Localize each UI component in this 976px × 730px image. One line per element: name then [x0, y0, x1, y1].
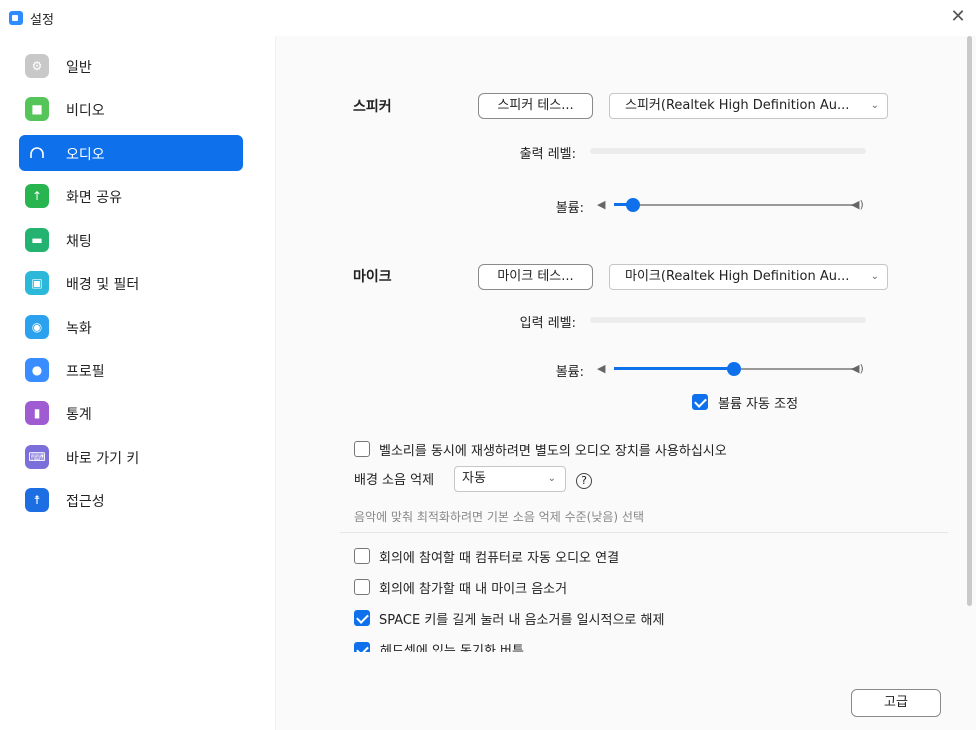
microphone-section-label: 마이크 [353, 269, 392, 285]
speaker-volume-label: 볼륨: [555, 201, 584, 216]
sidebar-item-label: 통계 [66, 407, 92, 423]
chevron-down-icon: ⌄ [870, 271, 879, 282]
headset-sync-label: 헤드셋에 있는 동기화 버튼 [380, 644, 524, 652]
title-bar: 설정 ✕ [0, 0, 976, 36]
settings-window: 설정 ✕ ⚙ 일반 ■ 비디오 오디오 ↑ 화면 공유 ▬ 채팅 ▣ 배경 및 … [0, 0, 976, 730]
sidebar-item-label: 접근성 [66, 494, 105, 510]
separate-ringtone-device-checkbox[interactable] [354, 441, 370, 457]
auto-join-audio-label: 회의에 참여할 때 컴퓨터로 자동 오디오 연결 [379, 551, 620, 566]
sidebar-item-statistics[interactable]: ▮ 통계 [19, 395, 243, 431]
space-unmute-label: SPACE 키를 길게 눌러 내 음소거를 일시적으로 해제 [379, 613, 665, 628]
auto-adjust-volume-checkbox[interactable] [692, 394, 708, 410]
slider-knob[interactable] [727, 362, 741, 376]
sidebar-item-label: 채팅 [66, 234, 92, 250]
slider-fill [614, 367, 734, 370]
slider-track [614, 204, 854, 206]
sidebar-item-audio[interactable]: 오디오 [19, 135, 243, 171]
mute-on-join-checkbox[interactable] [354, 579, 370, 595]
sidebar-item-label: 화면 공유 [66, 190, 122, 206]
zoom-app-icon [9, 11, 23, 25]
microphone-volume-slider[interactable] [614, 359, 854, 379]
input-level-label: 입력 레벨: [519, 316, 576, 331]
sidebar-item-video[interactable]: ■ 비디오 [19, 91, 243, 127]
video-camera-icon: ■ [25, 97, 49, 121]
help-icon[interactable]: ? [576, 473, 592, 489]
sidebar-item-label: 오디오 [66, 147, 105, 163]
close-button[interactable]: ✕ [948, 6, 968, 28]
test-speaker-button[interactable]: 스피커 테스... [478, 93, 593, 119]
space-unmute-checkbox[interactable] [354, 610, 370, 626]
sidebar-item-profile[interactable]: ● 프로필 [19, 352, 243, 388]
vertical-scrollbar[interactable] [967, 36, 972, 606]
noise-suppression-hint: 음악에 맞춰 최적화하려면 기본 소음 억제 수준(낮음) 선택 [354, 510, 644, 524]
gear-icon: ⚙ [25, 54, 49, 78]
slider-knob[interactable] [626, 198, 641, 212]
volume-high-icon: ◀) [851, 362, 864, 375]
sidebar-item-label: 비디오 [66, 103, 105, 119]
test-microphone-button[interactable]: 마이크 테스... [478, 264, 593, 290]
auto-join-audio-checkbox[interactable] [354, 548, 370, 564]
output-level-label: 출력 레벨: [519, 147, 576, 162]
sidebar-item-label: 배경 및 필터 [66, 277, 140, 293]
chevron-down-icon: ⌄ [870, 100, 879, 111]
record-icon: ◉ [25, 315, 49, 339]
sidebar-item-chat[interactable]: ▬ 채팅 [19, 222, 243, 258]
keyboard-icon: ⌨ [25, 445, 49, 469]
noise-suppression-value: 자동 [462, 471, 486, 486]
sidebar-item-recording[interactable]: ◉ 녹화 [19, 309, 243, 345]
advanced-button[interactable]: 고급 [851, 689, 941, 717]
sidebar-item-label: 바로 가기 키 [66, 451, 140, 467]
accessibility-icon: ☨ [25, 488, 49, 512]
microphone-device-value: 마이크(Realtek High Definition Au... [625, 269, 850, 284]
sidebar-item-shortcuts[interactable]: ⌨ 바로 가기 키 [19, 439, 243, 475]
mute-on-join-label: 회의에 참가할 때 내 마이크 음소거 [379, 582, 568, 597]
sidebar-item-label: 일반 [66, 60, 92, 76]
sidebar-item-accessibility[interactable]: ☨ 접근성 [19, 482, 243, 518]
profile-icon: ● [25, 358, 49, 382]
headphones-icon [25, 141, 49, 165]
chat-bubble-icon: ▬ [25, 228, 49, 252]
headset-sync-checkbox[interactable] [354, 642, 370, 652]
volume-high-icon: ◀) [851, 198, 864, 211]
section-divider [340, 532, 948, 533]
auto-adjust-volume-label: 볼륨 자동 조정 [718, 397, 799, 412]
sidebar-item-label: 프로필 [66, 364, 105, 380]
sidebar-item-share-screen[interactable]: ↑ 화면 공유 [19, 178, 243, 214]
background-icon: ▣ [25, 271, 49, 295]
volume-low-icon: ◀ [597, 362, 606, 375]
window-title: 설정 [30, 13, 54, 28]
sidebar-item-label: 녹화 [66, 321, 92, 337]
volume-low-icon: ◀ [597, 198, 606, 211]
statistics-icon: ▮ [25, 401, 49, 425]
output-level-meter [590, 148, 866, 154]
microphone-device-select[interactable]: 마이크(Realtek High Definition Au... ⌄ [609, 264, 888, 290]
noise-suppression-label: 배경 소음 억제 [354, 473, 435, 488]
share-screen-icon: ↑ [25, 184, 49, 208]
chevron-down-icon: ⌄ [547, 473, 556, 484]
noise-suppression-select[interactable]: 자동 ⌄ [454, 466, 566, 492]
speaker-device-select[interactable]: 스피커(Realtek High Definition Au... ⌄ [609, 93, 888, 119]
clipped-scroll-area: 헤드셋에 있는 동기화 버튼 [340, 642, 960, 652]
input-level-meter [590, 317, 866, 323]
speaker-volume-slider[interactable] [614, 195, 854, 215]
speaker-section-label: 스피커 [353, 99, 392, 115]
microphone-volume-label: 볼륨: [555, 365, 584, 380]
speaker-device-value: 스피커(Realtek High Definition Au... [625, 98, 850, 113]
separate-ringtone-device-label: 벨소리를 동시에 재생하려면 별도의 오디오 장치를 사용하십시오 [379, 444, 727, 459]
sidebar-item-general[interactable]: ⚙ 일반 [19, 48, 243, 84]
sidebar-item-background[interactable]: ▣ 배경 및 필터 [19, 265, 243, 301]
